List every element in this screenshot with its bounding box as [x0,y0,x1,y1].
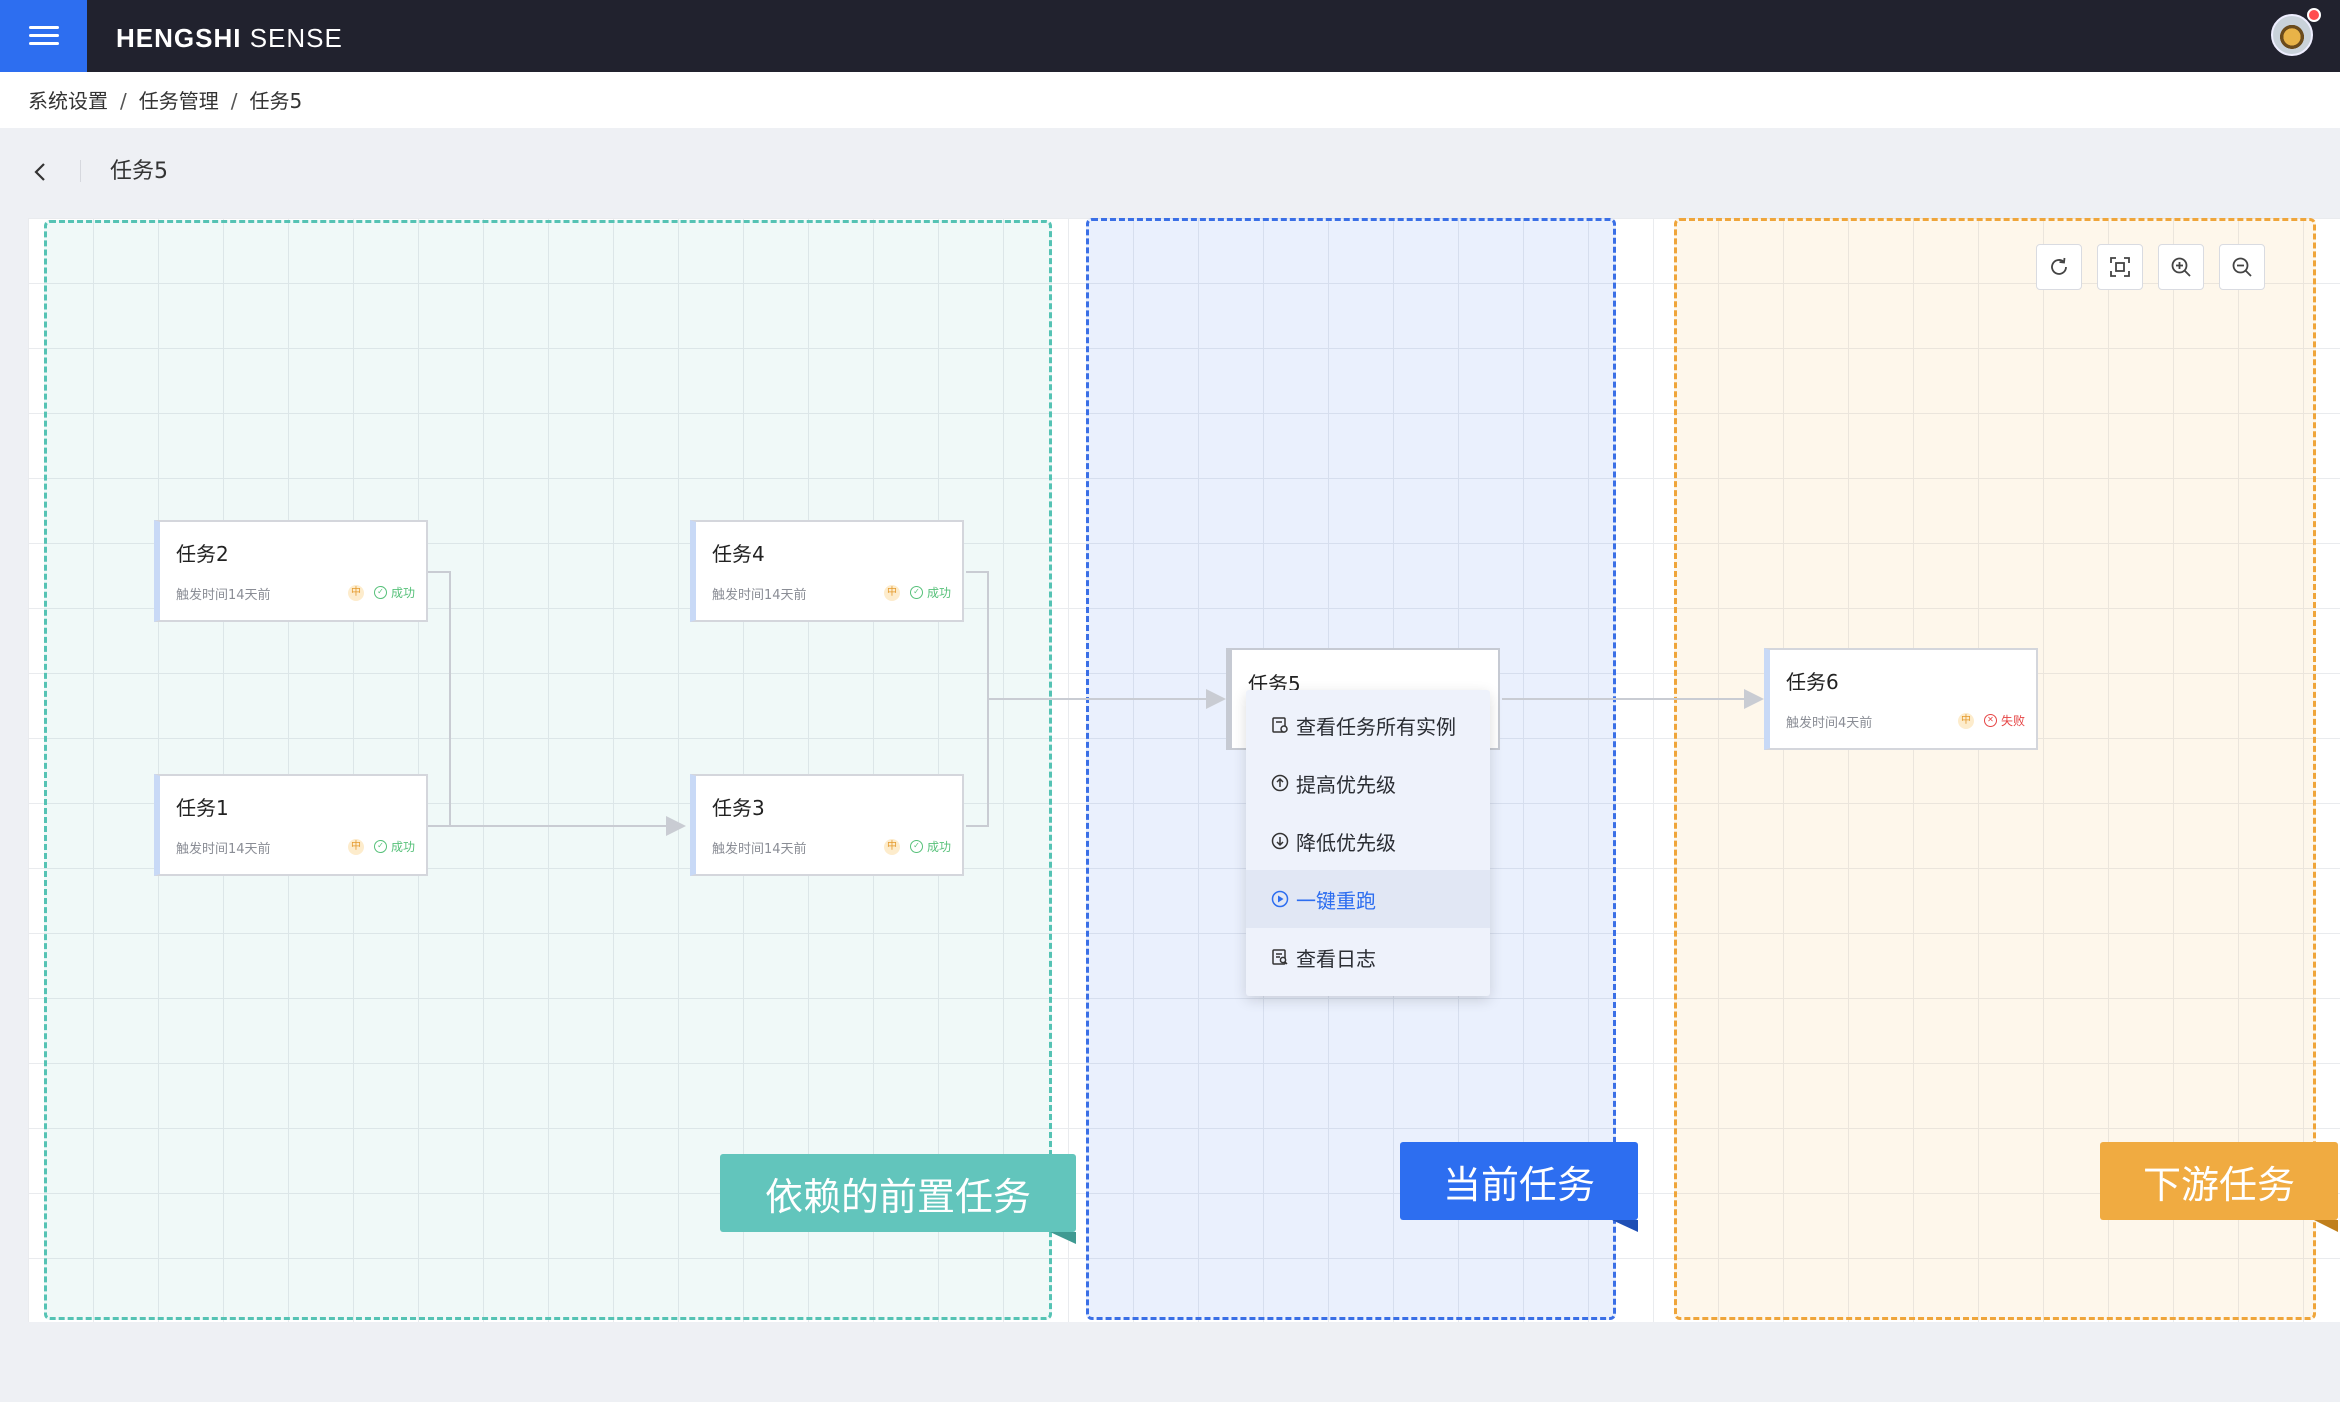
task-title: 任务4 [712,542,765,566]
notification-dot [2307,8,2321,22]
log-icon [1270,947,1290,967]
status-text: 成功 [927,586,952,600]
priority-badge: 中 [884,585,900,601]
task-node[interactable]: 任务3 触发时间14天前 中 ✓ 成功 [690,774,964,876]
task-trigger-time: 触发时间14天前 [176,842,271,857]
priority-badge: 中 [1958,713,1974,729]
task-node[interactable]: 任务6 触发时间4天前 中 ✕ 失败 [1764,648,2038,750]
fit-view-button[interactable] [2097,244,2143,290]
status-text: 成功 [391,840,416,854]
task-title: 任务1 [176,796,229,820]
menu-button[interactable] [0,0,87,72]
label-fold [2314,1220,2338,1232]
hamburger-icon [28,26,59,46]
task-trigger-time: 触发时间14天前 [712,842,807,857]
play-circle-icon [1270,889,1290,909]
top-bar: HENGSHI SENSE [0,0,2340,72]
back-button[interactable] [28,154,52,190]
breadcrumb-item-task-management[interactable]: 任务管理 [139,89,219,113]
label-fold [1050,1232,1076,1244]
label-fold [1612,1220,1638,1232]
zoom-out-icon [2232,257,2252,277]
priority-badge: 中 [348,585,364,601]
task-title: 任务2 [176,542,229,566]
menu-item-lower-priority[interactable]: 降低优先级 [1246,812,1490,870]
avatar[interactable] [2271,14,2313,56]
refresh-button[interactable] [2036,244,2082,290]
check-circle-icon: ✓ [910,840,923,853]
chevron-left-icon [34,163,45,181]
menu-item-label: 降低优先级 [1296,830,1396,855]
task-trigger-time: 触发时间14天前 [176,588,271,603]
arrow-up-circle-icon [1270,773,1290,793]
refresh-icon [2051,257,2067,275]
upstream-zone-label: 依赖的前置任务 [720,1154,1076,1232]
status-badge: ✓ 成功 [910,584,951,601]
page-title: 任务5 [110,159,168,184]
menu-item-label: 一键重跑 [1296,888,1376,913]
breadcrumb-separator: / [230,89,238,113]
task-node[interactable]: 任务4 触发时间14天前 中 ✓ 成功 [690,520,964,622]
task-trigger-time: 触发时间4天前 [1786,716,1873,731]
menu-item-label: 提高优先级 [1296,772,1396,797]
task-trigger-time: 触发时间14天前 [712,588,807,603]
check-circle-icon: ✓ [374,840,387,853]
menu-item-label: 查看任务所有实例 [1296,714,1456,739]
check-circle-icon: ✓ [374,586,387,599]
zoom-in-icon [2171,257,2191,277]
breadcrumb-item-system-settings[interactable]: 系统设置 [28,89,108,113]
breadcrumb-separator: / [120,89,127,113]
fit-view-icon [2110,257,2130,277]
zoom-out-button[interactable] [2219,244,2265,290]
status-text: 成功 [927,840,952,854]
context-menu: 查看任务所有实例 提高优先级 降低优先级 一键重跑 查看日志 [1246,690,1490,996]
menu-item-raise-priority[interactable]: 提高优先级 [1246,754,1490,812]
task-title: 任务3 [712,796,765,820]
menu-item-label: 查看日志 [1296,946,1376,971]
downstream-zone-label: 下游任务 [2100,1142,2338,1220]
breadcrumb-bar: 系统设置 / 任务管理 / 任务5 [0,72,2340,128]
breadcrumb: 系统设置 / 任务管理 / 任务5 [28,72,302,128]
task-node[interactable]: 任务2 触发时间14天前 中 ✓ 成功 [154,520,428,622]
priority-badge: 中 [884,839,900,855]
priority-badge: 中 [348,839,364,855]
status-badge: ✓ 成功 [374,838,415,855]
zoom-in-button[interactable] [2158,244,2204,290]
menu-item-view-instances[interactable]: 查看任务所有实例 [1246,696,1490,754]
menu-item-rerun[interactable]: 一键重跑 [1246,870,1490,928]
status-text: 成功 [391,586,416,600]
task-title: 任务6 [1786,670,1839,694]
current-zone-label: 当前任务 [1400,1142,1638,1220]
status-badge: ✓ 成功 [374,584,415,601]
menu-item-view-log[interactable]: 查看日志 [1246,928,1490,986]
status-text: 失败 [2001,714,2026,728]
status-badge: ✓ 成功 [910,838,951,855]
arrow-down-circle-icon [1270,831,1290,851]
header-divider [80,160,81,182]
status-badge: ✕ 失败 [1984,712,2025,729]
brand-logo: HENGSHI SENSE [116,23,343,53]
breadcrumb-item-current: 任务5 [249,89,303,113]
check-circle-icon: ✓ [910,586,923,599]
close-circle-icon: ✕ [1984,714,1997,727]
instances-icon [1270,715,1290,735]
task-node[interactable]: 任务1 触发时间14天前 中 ✓ 成功 [154,774,428,876]
